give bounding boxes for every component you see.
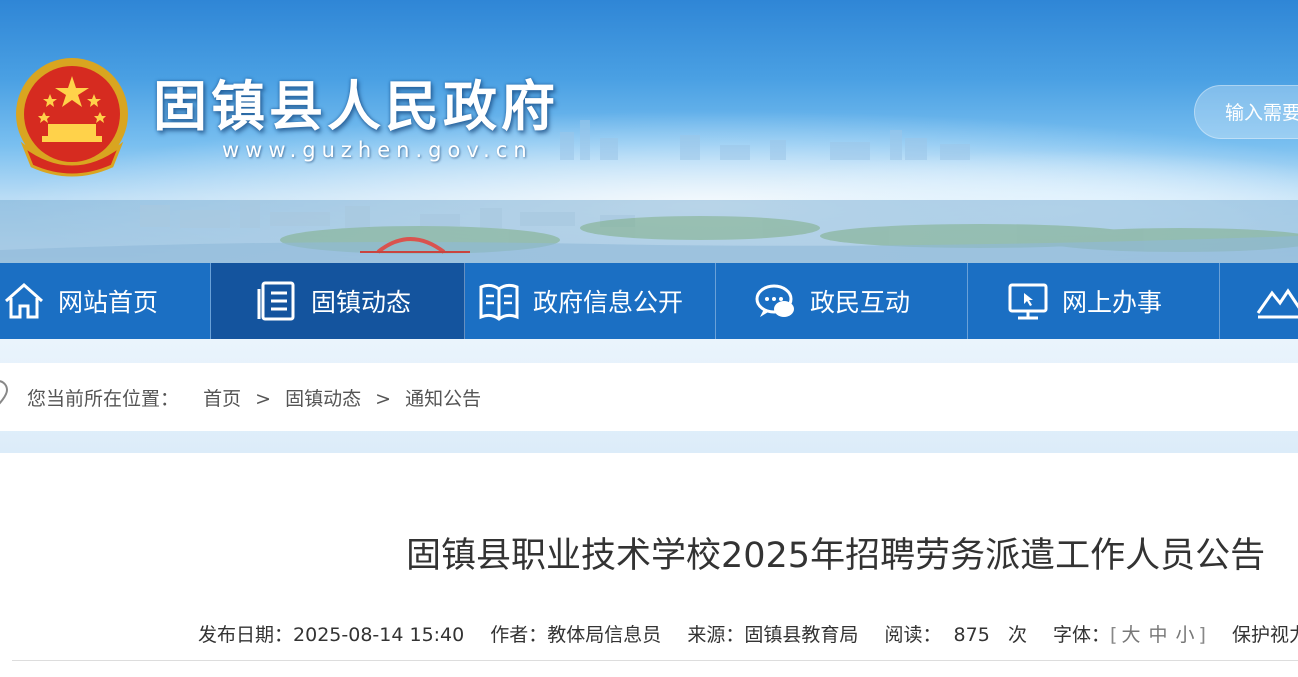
nav-item-label: 政民互动 (810, 288, 911, 317)
nav-item-interaction[interactable]: 政民互动 (716, 263, 968, 339)
site-title: 固镇县人民政府 (153, 75, 559, 138)
font-size-label: 字体： (1053, 624, 1111, 646)
divider (12, 660, 1298, 661)
nav-item-more[interactable] (1220, 263, 1298, 339)
book-icon (475, 277, 523, 325)
font-size-large-button[interactable]: 大 (1121, 624, 1140, 646)
nav-item-gov-info[interactable]: 政府信息公开 (465, 263, 716, 339)
breadcrumb-separator: > (375, 388, 392, 410)
breadcrumb-link-home[interactable]: 首页 (203, 388, 241, 410)
breadcrumb-separator: > (255, 388, 272, 410)
bracket-open: [ (1110, 624, 1118, 646)
chat-icon (752, 277, 800, 325)
views-unit: 次 (1007, 624, 1027, 646)
nav-item-label: 网站首页 (58, 288, 159, 317)
nav-item-news[interactable]: 固镇动态 (211, 263, 465, 339)
national-emblem-icon (16, 58, 128, 177)
views-label: 阅读： (884, 624, 942, 646)
nav-item-label: 网上办事 (1062, 288, 1163, 317)
site-url: www.guzhen.gov.cn (222, 138, 533, 162)
article-title: 固镇县职业技术学校2025年招聘劳务派遣工作人员公告 (406, 536, 1266, 576)
nav-item-label: 固镇动态 (311, 288, 412, 317)
breadcrumb-link-notices[interactable]: 通知公告 (405, 388, 481, 410)
nav-item-online-service[interactable]: 网上办事 (968, 263, 1220, 339)
publish-date: 2025-08-14 15:40 (293, 624, 465, 646)
nav-item-label: 政府信息公开 (533, 288, 684, 317)
bracket-close: ] (1198, 624, 1206, 646)
document-list-icon (253, 277, 301, 325)
breadcrumb-link-news[interactable]: 固镇动态 (285, 388, 361, 410)
author-label: 作者： (490, 624, 548, 646)
breadcrumb: 您当前所在位置： 首页 > 固镇动态 > 通知公告 (0, 363, 1298, 431)
header-banner: 固镇县人民政府 www.guzhen.gov.cn 输入需要 (0, 0, 1298, 263)
eye-care-label: 保护视力色： (1231, 624, 1298, 646)
nav-item-home[interactable]: 网站首页 (0, 263, 211, 339)
view-count: 875 (953, 624, 990, 646)
home-icon (0, 277, 48, 325)
main-nav: 网站首页 固镇动态 政府信息公开 政民互动 网上办事 (0, 263, 1298, 339)
article-meta: 发布日期：2025-08-14 15:40 作者：教体局信息员 来源：固镇县教育… (198, 620, 1298, 647)
date-label: 发布日期： (198, 624, 294, 646)
location-pin-icon (0, 380, 8, 405)
source-label: 来源： (687, 624, 745, 646)
author: 教体局信息员 (547, 624, 662, 646)
computer-monitor-icon (1004, 277, 1052, 325)
font-size-medium-button[interactable]: 中 (1148, 624, 1167, 646)
search-input[interactable]: 输入需要 (1194, 85, 1298, 139)
font-size-small-button[interactable]: 小 (1175, 624, 1194, 646)
breadcrumb-lead: 您当前所在位置： (27, 388, 180, 410)
source: 固镇县教育局 (744, 624, 859, 646)
mountain-icon (1256, 277, 1298, 325)
font-size-switcher: [大中小] (1110, 624, 1206, 646)
